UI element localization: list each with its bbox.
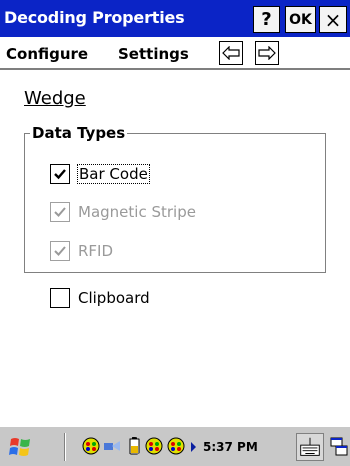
- magnetic-stripe-label: Magnetic Stripe: [78, 203, 196, 221]
- keyboard-icon[interactable]: [296, 433, 324, 461]
- network-icon[interactable]: [145, 437, 163, 455]
- close-button[interactable]: ×: [319, 6, 347, 33]
- back-button[interactable]: [219, 41, 243, 65]
- magnetic-stripe-checkbox: [50, 202, 70, 222]
- magnetic-stripe-checkbox-row: Magnetic Stripe: [50, 202, 196, 222]
- bar-code-checkbox[interactable]: [50, 164, 70, 184]
- bar-code-label: Bar Code: [77, 164, 150, 184]
- clock[interactable]: 5:37 PM: [203, 440, 258, 454]
- checkmark-icon: [54, 246, 66, 256]
- connection-icon[interactable]: [103, 437, 121, 455]
- rfid-checkbox: [50, 241, 70, 261]
- right-arrow-icon: [258, 46, 276, 60]
- ok-button[interactable]: OK: [285, 6, 316, 33]
- taskbar-separator: [64, 433, 66, 461]
- left-arrow-icon: [222, 46, 240, 60]
- menu-configure[interactable]: Configure: [6, 45, 88, 63]
- clipboard-checkbox[interactable]: [50, 288, 70, 308]
- network-icon[interactable]: [82, 437, 100, 455]
- data-types-group-label: Data Types: [30, 124, 128, 142]
- window-title: Decoding Properties: [4, 8, 185, 27]
- help-button[interactable]: ?: [253, 6, 280, 33]
- rfid-checkbox-row: RFID: [50, 241, 113, 261]
- network-icon[interactable]: [167, 437, 185, 455]
- windows-logo-icon[interactable]: [8, 435, 34, 459]
- title-bar: Decoding Properties ? OK ×: [0, 0, 350, 37]
- bar-code-checkbox-row[interactable]: Bar Code: [50, 164, 150, 184]
- checkmark-icon: [54, 169, 66, 180]
- tray-expand-icon[interactable]: [191, 442, 196, 452]
- forward-button[interactable]: [255, 41, 279, 65]
- clipboard-label: Clipboard: [78, 289, 150, 307]
- page-title: Wedge: [24, 88, 86, 109]
- rfid-label: RFID: [78, 242, 114, 260]
- checkmark-icon: [54, 207, 66, 217]
- clipboard-checkbox-row[interactable]: Clipboard: [50, 288, 150, 308]
- taskbar: 5:37 PM: [0, 426, 350, 466]
- window-switcher-icon[interactable]: [330, 436, 348, 458]
- menu-bar: Configure Settings: [0, 37, 350, 70]
- battery-icon[interactable]: [125, 437, 143, 455]
- menu-settings[interactable]: Settings: [118, 45, 189, 63]
